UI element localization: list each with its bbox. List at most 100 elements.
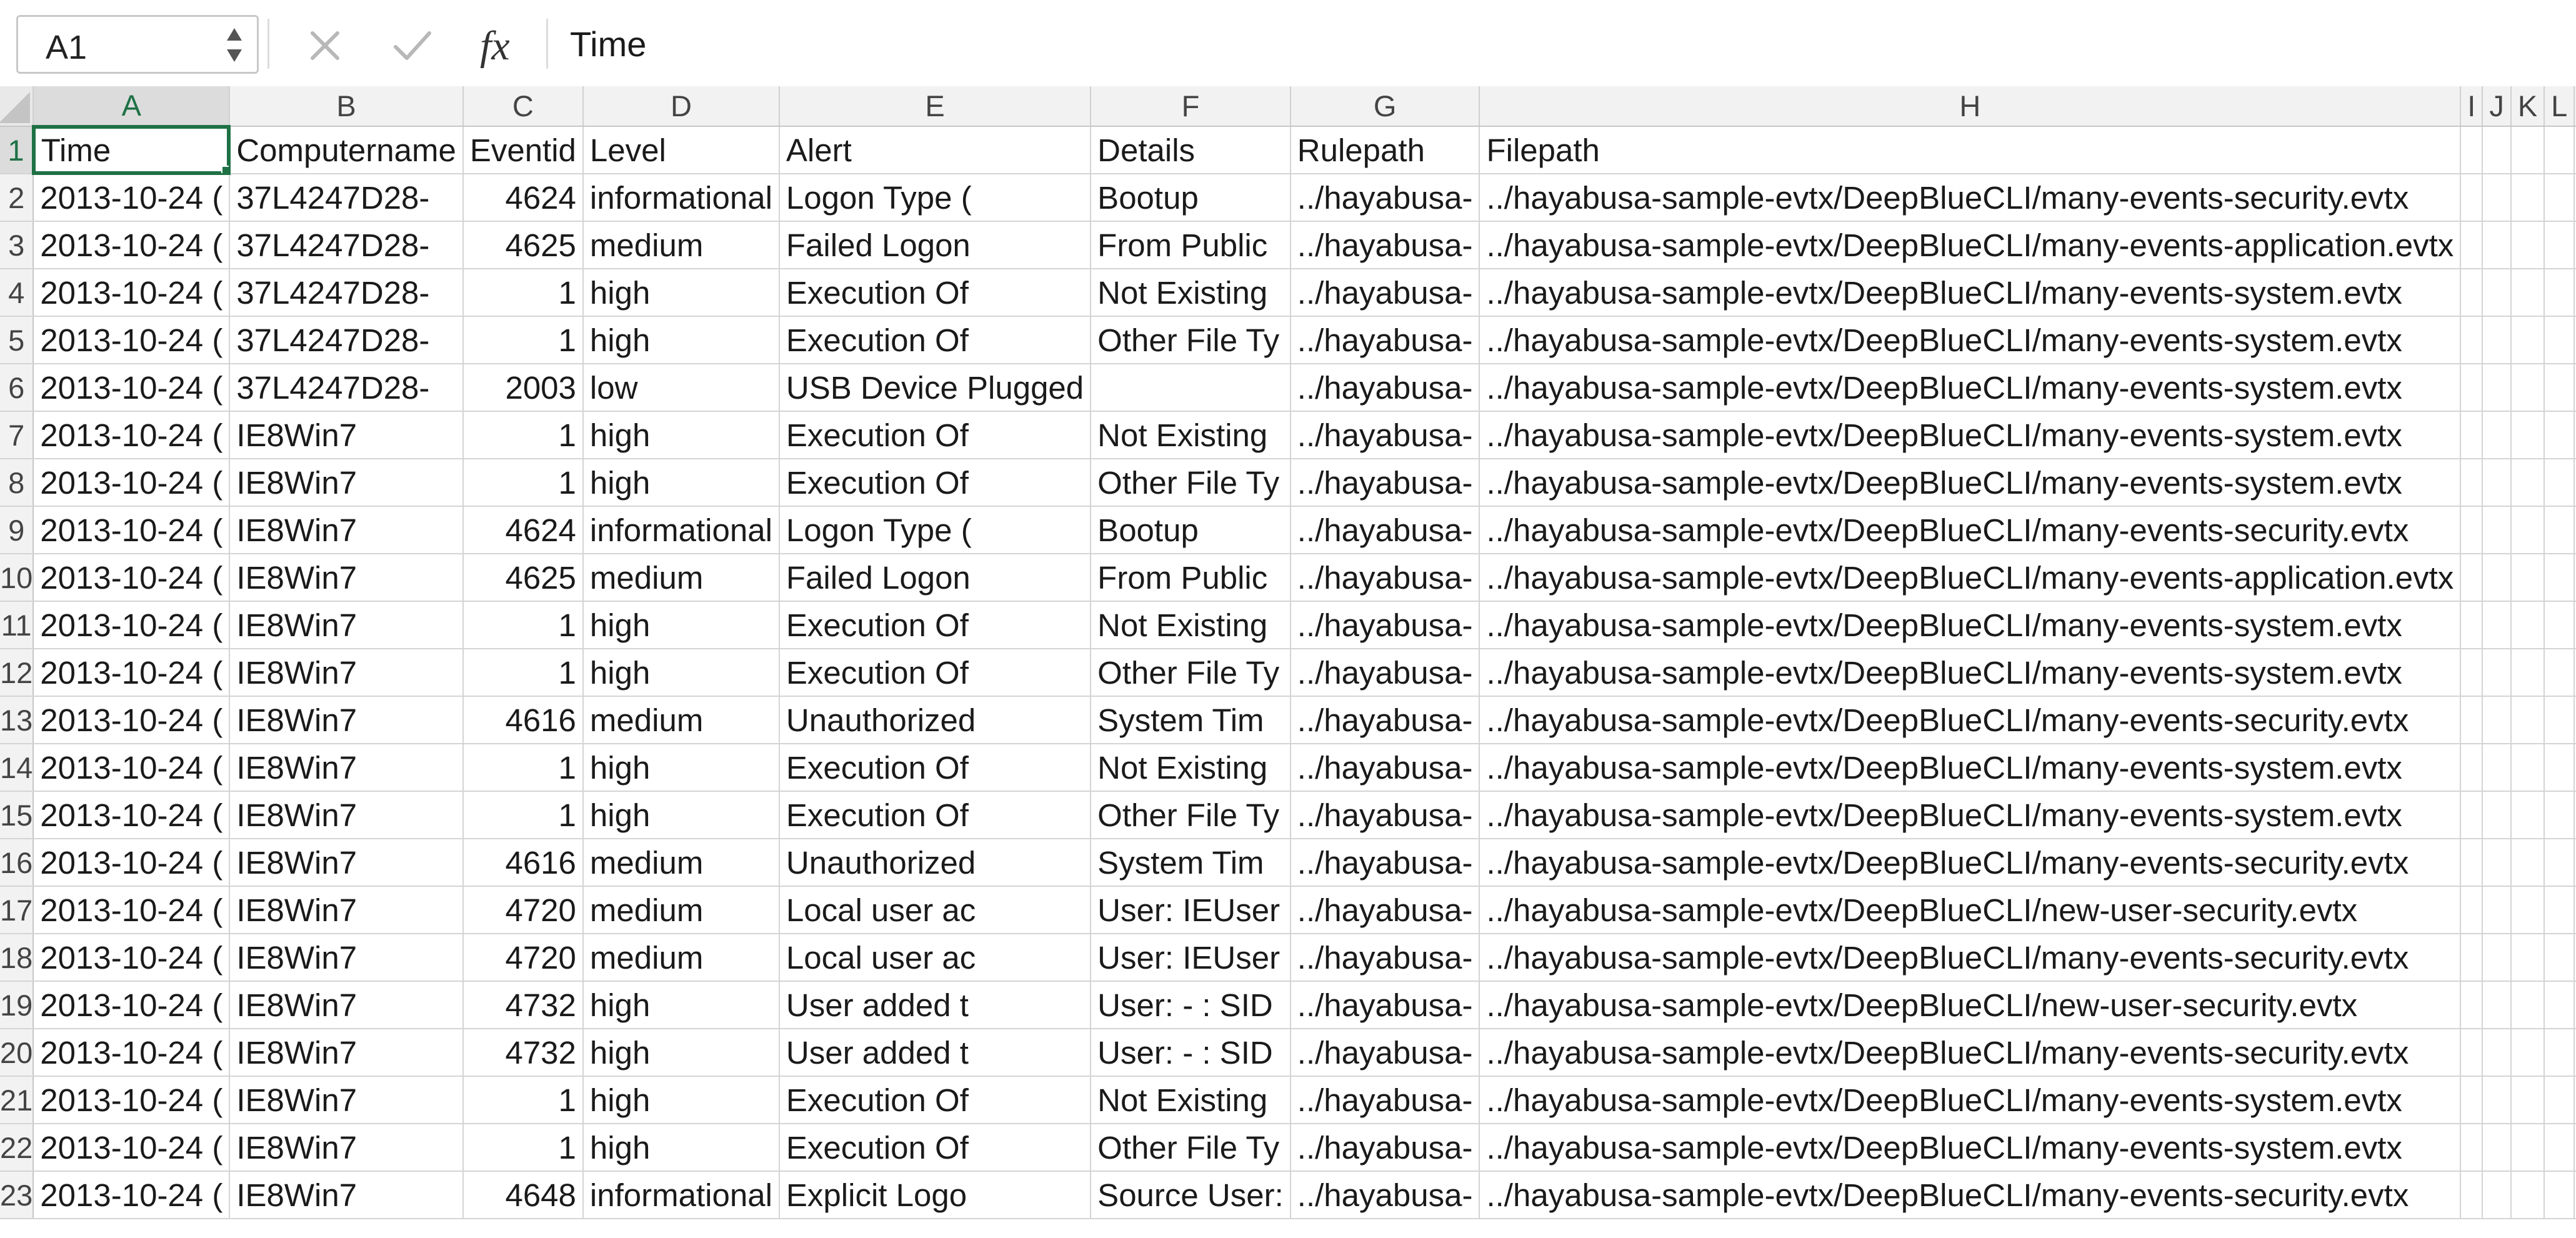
cell-j19[interactable]	[2482, 981, 2512, 1029]
cell-h6[interactable]: ../hayabusa-sample-evtx/DeepBlueCLI/many…	[1479, 364, 2462, 412]
cell-l20[interactable]	[2544, 1029, 2575, 1077]
cell-e23[interactable]: Explicit Logo	[779, 1171, 1092, 1219]
cell-l4[interactable]	[2544, 269, 2575, 317]
cell-f5[interactable]: Other File Ty	[1091, 316, 1291, 364]
cell-k7[interactable]	[2510, 411, 2545, 459]
cell-d22[interactable]: high	[582, 1124, 780, 1172]
cell-i22[interactable]	[2460, 1124, 2484, 1172]
cell-j4[interactable]	[2482, 269, 2512, 317]
cell-h2[interactable]: ../hayabusa-sample-evtx/DeepBlueCLI/many…	[1479, 174, 2462, 222]
cell-d14[interactable]: high	[582, 744, 780, 792]
cell-b13[interactable]: IE8Win7	[229, 696, 464, 744]
cell-a17[interactable]: 2013-10-24 (	[33, 886, 231, 934]
cell-b15[interactable]: IE8Win7	[229, 791, 464, 839]
cell-b9[interactable]: IE8Win7	[229, 506, 464, 554]
cell-e1[interactable]: Alert	[779, 126, 1092, 174]
cell-b22[interactable]: IE8Win7	[229, 1124, 464, 1172]
cell-b18[interactable]: IE8Win7	[229, 934, 464, 982]
cell-b1[interactable]: Computername	[229, 126, 464, 174]
cell-g20[interactable]: ../hayabusa-	[1290, 1029, 1480, 1077]
cell-c8[interactable]: 1	[462, 459, 584, 507]
cell-j20[interactable]	[2482, 1029, 2512, 1077]
cell-a23[interactable]: 2013-10-24 (	[33, 1171, 231, 1219]
cell-g8[interactable]: ../hayabusa-	[1290, 459, 1480, 507]
cell-g15[interactable]: ../hayabusa-	[1290, 791, 1480, 839]
row-header-1[interactable]: 1	[0, 126, 35, 174]
cell-d20[interactable]: high	[582, 1029, 780, 1077]
cell-l16[interactable]	[2544, 839, 2575, 887]
cell-d18[interactable]: medium	[582, 934, 780, 982]
cancel-icon[interactable]	[300, 17, 350, 74]
select-all-corner[interactable]	[0, 86, 34, 127]
cell-k18[interactable]	[2510, 934, 2545, 982]
cell-g11[interactable]: ../hayabusa-	[1290, 601, 1480, 649]
cell-b2[interactable]: 37L4247D28-	[229, 174, 464, 222]
cell-k5[interactable]	[2510, 316, 2545, 364]
cell-b6[interactable]: 37L4247D28-	[229, 364, 464, 412]
cell-h19[interactable]: ../hayabusa-sample-evtx/DeepBlueCLI/new-…	[1479, 981, 2462, 1029]
row-header-9[interactable]: 9	[0, 506, 34, 554]
cell-e13[interactable]: Unauthorized	[779, 696, 1092, 744]
cell-c23[interactable]: 4648	[462, 1171, 584, 1219]
cell-j8[interactable]	[2482, 459, 2512, 507]
cell-a3[interactable]: 2013-10-24 (	[33, 221, 231, 269]
row-header-15[interactable]: 15	[0, 791, 34, 839]
cell-j11[interactable]	[2482, 601, 2512, 649]
cell-e14[interactable]: Execution Of	[779, 744, 1092, 792]
cell-c15[interactable]: 1	[462, 791, 584, 839]
cell-k17[interactable]	[2510, 886, 2545, 934]
cell-f23[interactable]: Source User:	[1091, 1171, 1291, 1219]
cell-e11[interactable]: Execution Of	[779, 601, 1092, 649]
cell-f3[interactable]: From Public	[1091, 221, 1291, 269]
cell-e20[interactable]: User added t	[779, 1029, 1092, 1077]
cell-j2[interactable]	[2482, 174, 2512, 222]
cell-e2[interactable]: Logon Type (	[779, 174, 1092, 222]
cell-g19[interactable]: ../hayabusa-	[1290, 981, 1480, 1029]
cell-l17[interactable]	[2544, 886, 2575, 934]
cell-c11[interactable]: 1	[462, 601, 584, 649]
cell-g21[interactable]: ../hayabusa-	[1290, 1076, 1480, 1124]
row-header-20[interactable]: 20	[0, 1029, 34, 1077]
formula-input[interactable]: Time	[570, 24, 646, 64]
cell-j14[interactable]	[2482, 744, 2512, 792]
cell-a22[interactable]: 2013-10-24 (	[33, 1124, 231, 1172]
cell-d21[interactable]: high	[582, 1076, 780, 1124]
column-header-c[interactable]: C	[462, 86, 584, 127]
cell-l6[interactable]	[2544, 364, 2575, 412]
cell-d15[interactable]: high	[582, 791, 780, 839]
cell-f2[interactable]: Bootup	[1091, 174, 1291, 222]
row-header-4[interactable]: 4	[0, 269, 34, 317]
cell-e4[interactable]: Execution Of	[779, 269, 1092, 317]
cell-j9[interactable]	[2482, 506, 2512, 554]
row-header-17[interactable]: 17	[0, 886, 34, 934]
cell-l10[interactable]	[2544, 554, 2575, 602]
cell-g17[interactable]: ../hayabusa-	[1290, 886, 1480, 934]
cell-j5[interactable]	[2482, 316, 2512, 364]
cell-e9[interactable]: Logon Type (	[779, 506, 1092, 554]
cell-g13[interactable]: ../hayabusa-	[1290, 696, 1480, 744]
cell-d1[interactable]: Level	[582, 126, 780, 174]
cell-i8[interactable]	[2460, 459, 2484, 507]
cell-f8[interactable]: Other File Ty	[1091, 459, 1291, 507]
row-header-13[interactable]: 13	[0, 696, 34, 744]
cell-f10[interactable]: From Public	[1091, 554, 1291, 602]
cell-c6[interactable]: 2003	[462, 364, 584, 412]
cell-b4[interactable]: 37L4247D28-	[229, 269, 464, 317]
cell-k1[interactable]	[2510, 126, 2545, 174]
cell-f22[interactable]: Other File Ty	[1091, 1124, 1291, 1172]
row-header-19[interactable]: 19	[0, 981, 34, 1029]
cell-i2[interactable]	[2460, 174, 2484, 222]
fx-icon[interactable]: fx	[476, 17, 532, 74]
cell-l12[interactable]	[2544, 649, 2575, 697]
cell-d17[interactable]: medium	[582, 886, 780, 934]
cell-e7[interactable]: Execution Of	[779, 411, 1092, 459]
cell-b12[interactable]: IE8Win7	[229, 649, 464, 697]
cell-g14[interactable]: ../hayabusa-	[1290, 744, 1480, 792]
cell-c18[interactable]: 4720	[462, 934, 584, 982]
cell-c4[interactable]: 1	[462, 269, 584, 317]
cell-h16[interactable]: ../hayabusa-sample-evtx/DeepBlueCLI/many…	[1479, 839, 2462, 887]
cell-f11[interactable]: Not Existing	[1091, 601, 1291, 649]
cell-f1[interactable]: Details	[1091, 126, 1291, 174]
cell-j15[interactable]	[2482, 791, 2512, 839]
cell-e19[interactable]: User added t	[779, 981, 1092, 1029]
